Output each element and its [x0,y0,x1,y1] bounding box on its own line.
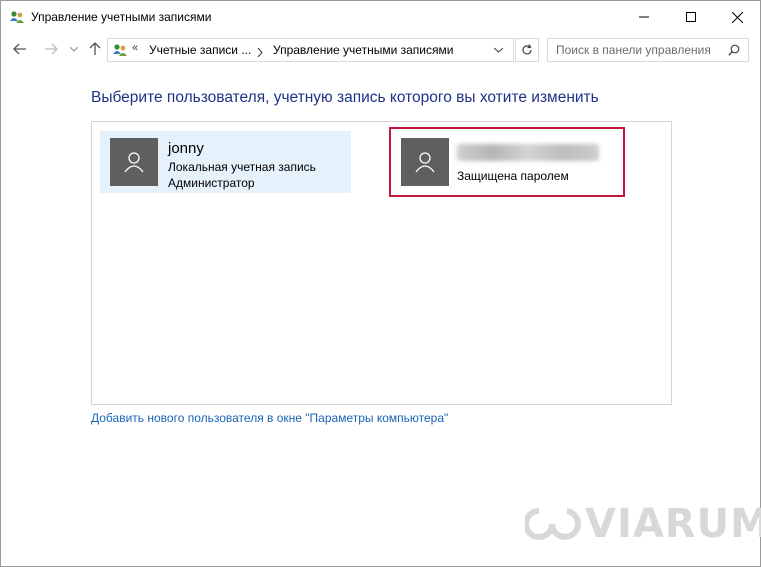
account-role: Администратор [168,176,255,190]
address-bar[interactable]: « Учетные записи ... Управление учетными… [107,38,514,62]
search-icon[interactable] [728,43,740,61]
avatar [110,138,158,186]
blurred-user-name [457,144,599,161]
search-input[interactable]: Поиск в панели управления [556,43,711,57]
avatar [401,138,449,186]
user-card-jonny[interactable]: jonny Локальная учетная запись Администр… [100,131,351,193]
account-status: Защищена паролем [457,169,569,183]
users-icon [9,9,25,25]
refresh-icon [522,44,532,55]
users-icon [112,42,128,58]
refresh-button[interactable] [515,38,539,62]
user-list-panel: jonny Локальная учетная запись Администр… [91,121,672,405]
breadcrumb-manage-accounts[interactable]: Управление учетными записями [273,43,453,57]
breadcrumb-user-accounts[interactable]: Учетные записи ... [149,43,251,57]
search-box[interactable]: Поиск в панели управления [547,38,749,62]
minimize-button[interactable] [621,1,667,33]
user-card-protected[interactable]: Защищена паролем [389,127,625,197]
account-type: Локальная учетная запись [168,160,316,174]
recent-locations-chevron-icon[interactable] [64,39,84,59]
up-button[interactable] [85,39,105,59]
user-icon [415,152,435,173]
navigation-bar: « Учетные записи ... Управление учетными… [1,33,760,65]
window: Управление учетными записями « Учетные з… [0,0,761,567]
watermark: VIARUM [525,501,761,547]
watermark-text: VIARUM [585,501,761,547]
page-heading: Выберите пользователя, учетную запись ко… [91,89,599,106]
add-user-link[interactable]: Добавить нового пользователя в окне "Пар… [91,411,448,425]
user-icon [124,152,144,173]
chevron-down-icon[interactable] [493,43,504,61]
window-title: Управление учетными записями [31,10,212,24]
close-button[interactable] [714,1,760,33]
title-bar: Управление учетными записями [1,1,760,33]
user-name: jonny [168,140,204,157]
maximize-button[interactable] [668,1,714,33]
forward-button[interactable] [41,39,61,59]
breadcrumb-overflow[interactable]: « [132,42,138,54]
back-button[interactable] [10,39,30,59]
viarum-logo-icon [525,508,581,540]
chevron-right-icon[interactable] [257,44,263,62]
